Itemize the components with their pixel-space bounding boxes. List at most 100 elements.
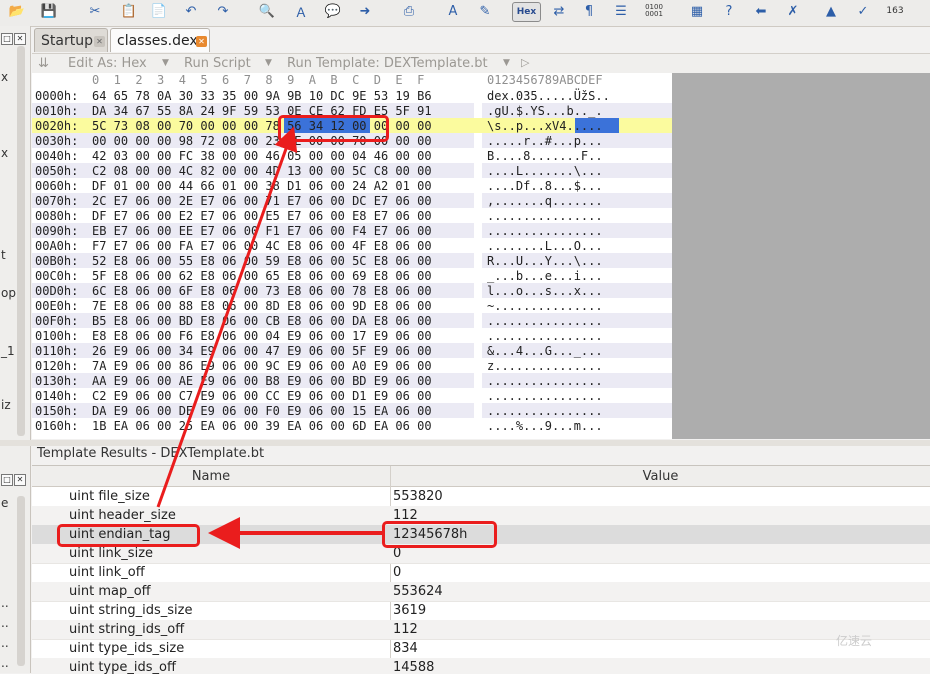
hex-row[interactable]: 00B0h: 52 E8 06 00 55 E8 06 00 59 E8 06 0… <box>32 253 672 268</box>
binary-icon[interactable]: 0100 0001 <box>640 1 668 21</box>
row-bytes[interactable]: 42 03 00 00 FC 38 00 00 46 05 00 00 04 4… <box>92 149 432 163</box>
row-bytes[interactable]: DF E7 06 00 E2 E7 06 00 E5 E7 06 00 E8 E… <box>92 209 432 223</box>
row-bytes[interactable]: C2 E9 06 00 C7 E9 06 00 CC E9 06 00 D1 E… <box>92 389 432 403</box>
row-ascii[interactable]: ................ <box>487 404 603 418</box>
hex-row[interactable]: 0080h: DF E7 06 00 E2 E7 06 00 E5 E7 06 0… <box>32 208 672 223</box>
hex-row[interactable]: 0090h: EB E7 06 00 EE E7 06 00 F1 E7 06 0… <box>32 223 672 238</box>
row-ascii[interactable]: .gU.$.YS...b.._. <box>487 104 603 118</box>
panel-float-icon[interactable]: □ <box>1 474 13 486</box>
tab-startup[interactable]: Startup ✕ <box>34 28 108 52</box>
row-ascii[interactable]: .....r..#...p... <box>487 134 603 148</box>
row-bytes[interactable]: 7E E8 06 00 88 E8 06 00 8D E8 06 00 9D E… <box>92 299 432 313</box>
hex-row[interactable]: 0150h: DA E9 06 00 DE E9 06 00 F0 E9 06 0… <box>32 403 672 418</box>
hex-row[interactable]: 00A0h: F7 E7 06 00 FA E7 06 00 4C E8 06 0… <box>32 238 672 253</box>
run-script-dropdown[interactable]: Run Script <box>184 56 251 71</box>
row-ascii[interactable]: ................ <box>487 389 603 403</box>
play-icon[interactable]: ▷ <box>521 56 529 69</box>
template-row[interactable]: uint file_size 553820 <box>32 487 930 507</box>
template-row[interactable]: uint string_ids_off 112 <box>32 620 930 640</box>
row-ascii[interactable]: ................ <box>487 374 603 388</box>
template-row[interactable]: uint string_ids_size 3619 <box>32 601 930 621</box>
row-ascii[interactable]: ................ <box>487 314 603 328</box>
row-ascii[interactable]: ....Df..8...$... <box>487 179 603 193</box>
hex-row[interactable]: 0160h: 1B EA 06 00 25 EA 06 00 39 EA 06 0… <box>32 418 672 433</box>
replace-icon[interactable]: Ａ <box>290 1 312 21</box>
template-row[interactable]: uint map_off 553624 <box>32 582 930 602</box>
hex-row[interactable]: 00F0h: B5 E8 06 00 BD E8 06 00 CB E8 06 0… <box>32 313 672 328</box>
row-ascii[interactable]: ....%...9...m... <box>487 419 603 433</box>
row-bytes[interactable]: C2 08 00 00 4C 82 00 00 4D 13 00 00 5C C… <box>92 164 432 178</box>
hex-row[interactable]: 0120h: 7A E9 06 00 86 E9 06 00 9C E9 06 0… <box>32 358 672 373</box>
row-ascii[interactable]: z............... <box>487 359 603 373</box>
row-bytes[interactable]: B5 E8 06 00 BD E8 06 00 CB E8 06 00 DA E… <box>92 314 432 328</box>
hex-row[interactable]: 00E0h: 7E E8 06 00 88 E8 06 00 8D E8 06 0… <box>32 298 672 313</box>
row-ascii[interactable]: l...o...s...x... <box>487 284 603 298</box>
save-icon[interactable]: 💾 <box>38 1 60 21</box>
close-icon[interactable]: ✕ <box>196 36 207 47</box>
row-bytes[interactable]: E8 E8 06 00 F6 E8 06 00 04 E9 06 00 17 E… <box>92 329 432 343</box>
hex-row[interactable]: 0040h: 42 03 00 00 FC 38 00 00 46 05 00 0… <box>32 148 672 163</box>
expand-icon[interactable]: ⇊ <box>38 56 49 71</box>
left-lower-scrollbar[interactable] <box>17 496 25 666</box>
row-ascii[interactable]: &...4...G..._... <box>487 344 603 358</box>
row-ascii[interactable]: ,.......q....... <box>487 194 603 208</box>
counter-icon[interactable]: 163 <box>884 1 906 21</box>
row-ascii[interactable]: ................ <box>487 209 603 223</box>
row-ascii[interactable]: \s..p...xV4..... <box>487 119 603 133</box>
cut-icon[interactable]: ✂ <box>84 1 106 21</box>
compare-icon[interactable]: ✗ <box>782 1 804 21</box>
row-bytes[interactable]: 64 65 78 0A 30 33 35 00 9A 9B 10 DC 9E 5… <box>92 89 432 103</box>
find-icon[interactable]: 🔍 <box>256 1 278 21</box>
tab-classes-dex[interactable]: classes.dex ✕ <box>110 28 210 52</box>
copy-icon[interactable]: 📋 <box>118 1 140 21</box>
row-ascii[interactable]: ....L.......\... <box>487 164 603 178</box>
row-bytes[interactable]: 26 E9 06 00 34 E9 06 00 47 E9 06 00 5F E… <box>92 344 432 358</box>
hex-row[interactable]: 0060h: DF 01 00 00 44 66 01 00 38 D1 06 0… <box>32 178 672 193</box>
row-bytes[interactable]: 5F E8 06 00 62 E8 06 00 65 E8 06 00 69 E… <box>92 269 432 283</box>
hex-row[interactable]: 0140h: C2 E9 06 00 C7 E9 06 00 CC E9 06 0… <box>32 388 672 403</box>
hex-row[interactable]: 0130h: AA E9 06 00 AE E9 06 00 B8 E9 06 0… <box>32 373 672 388</box>
row-ascii[interactable]: _...b...e...i... <box>487 269 603 283</box>
hex-ruler-icon[interactable]: ⇄ <box>548 1 570 21</box>
calculator-icon[interactable]: ▦ <box>686 1 708 21</box>
run-template-dropdown[interactable]: Run Template: DEXTemplate.bt <box>287 56 488 71</box>
row-ascii[interactable]: ................ <box>487 224 603 238</box>
open-folder-icon[interactable]: 📂 <box>6 1 28 21</box>
hex-row[interactable]: 0110h: 26 E9 06 00 34 E9 06 00 47 E9 06 0… <box>32 343 672 358</box>
left-scrollbar[interactable] <box>17 46 25 436</box>
find-in-files-icon[interactable]: 💬 <box>322 1 344 21</box>
row-bytes[interactable]: 6C E8 06 00 6F E8 06 00 73 E8 06 00 78 E… <box>92 284 432 298</box>
row-ascii[interactable]: ~............... <box>487 299 603 313</box>
goto-icon[interactable]: ➜ <box>354 1 376 21</box>
row-bytes[interactable]: DA E9 06 00 DE E9 06 00 F0 E9 06 00 15 E… <box>92 404 432 418</box>
font-icon[interactable]: A <box>442 1 464 21</box>
panel-close-icon[interactable]: ✕ <box>14 474 26 486</box>
undo-icon[interactable]: ↶ <box>180 1 202 21</box>
row-ascii[interactable]: B....8.......F.. <box>487 149 603 163</box>
close-icon[interactable]: ✕ <box>94 36 105 47</box>
paragraph-icon[interactable]: ¶ <box>578 1 600 21</box>
panel-close-icon[interactable]: ✕ <box>14 33 26 45</box>
column-header-value[interactable]: Value <box>391 466 930 487</box>
hex-row[interactable]: 0100h: E8 E8 06 00 F6 E8 06 00 04 E9 06 0… <box>32 328 672 343</box>
row-ascii[interactable]: ................ <box>487 329 603 343</box>
row-bytes[interactable]: 2C E7 06 00 2E E7 06 00 71 E7 06 00 DC E… <box>92 194 432 208</box>
hex-row[interactable]: 0070h: 2C E7 06 00 2E E7 06 00 71 E7 06 0… <box>32 193 672 208</box>
row-bytes[interactable]: EB E7 06 00 EE E7 06 00 F1 E7 06 00 F4 E… <box>92 224 432 238</box>
row-ascii[interactable]: dex.035.....ÜžS.. <box>487 89 610 103</box>
print-icon[interactable]: ⎙ <box>398 1 420 21</box>
edit-as-dropdown[interactable]: Edit As: Hex <box>68 56 147 71</box>
check-icon[interactable]: ✓ <box>852 1 874 21</box>
template-row[interactable]: uint link_off 0 <box>32 563 930 583</box>
row-ascii[interactable]: R...U...Y...\... <box>487 254 603 268</box>
template-row[interactable]: uint type_ids_size 834 <box>32 639 930 659</box>
row-ascii[interactable]: ........L...O... <box>487 239 603 253</box>
row-bytes[interactable]: 52 E8 06 00 55 E8 06 00 59 E8 06 00 5C E… <box>92 254 432 268</box>
row-bytes[interactable]: AA E9 06 00 AE E9 06 00 B8 E9 06 00 BD E… <box>92 374 432 388</box>
histogram-icon[interactable]: ▲ <box>820 1 842 21</box>
row-bytes[interactable]: 1B EA 06 00 25 EA 06 00 39 EA 06 00 6D E… <box>92 419 432 433</box>
hex-row[interactable]: 00D0h: 6C E8 06 00 6F E8 06 00 73 E8 06 0… <box>32 283 672 298</box>
hex-row[interactable]: 0000h: 64 65 78 0A 30 33 35 00 9A 9B 10 D… <box>32 88 672 103</box>
row-bytes[interactable]: 7A E9 06 00 86 E9 06 00 9C E9 06 00 A0 E… <box>92 359 432 373</box>
columns-icon[interactable]: ☰ <box>610 1 632 21</box>
